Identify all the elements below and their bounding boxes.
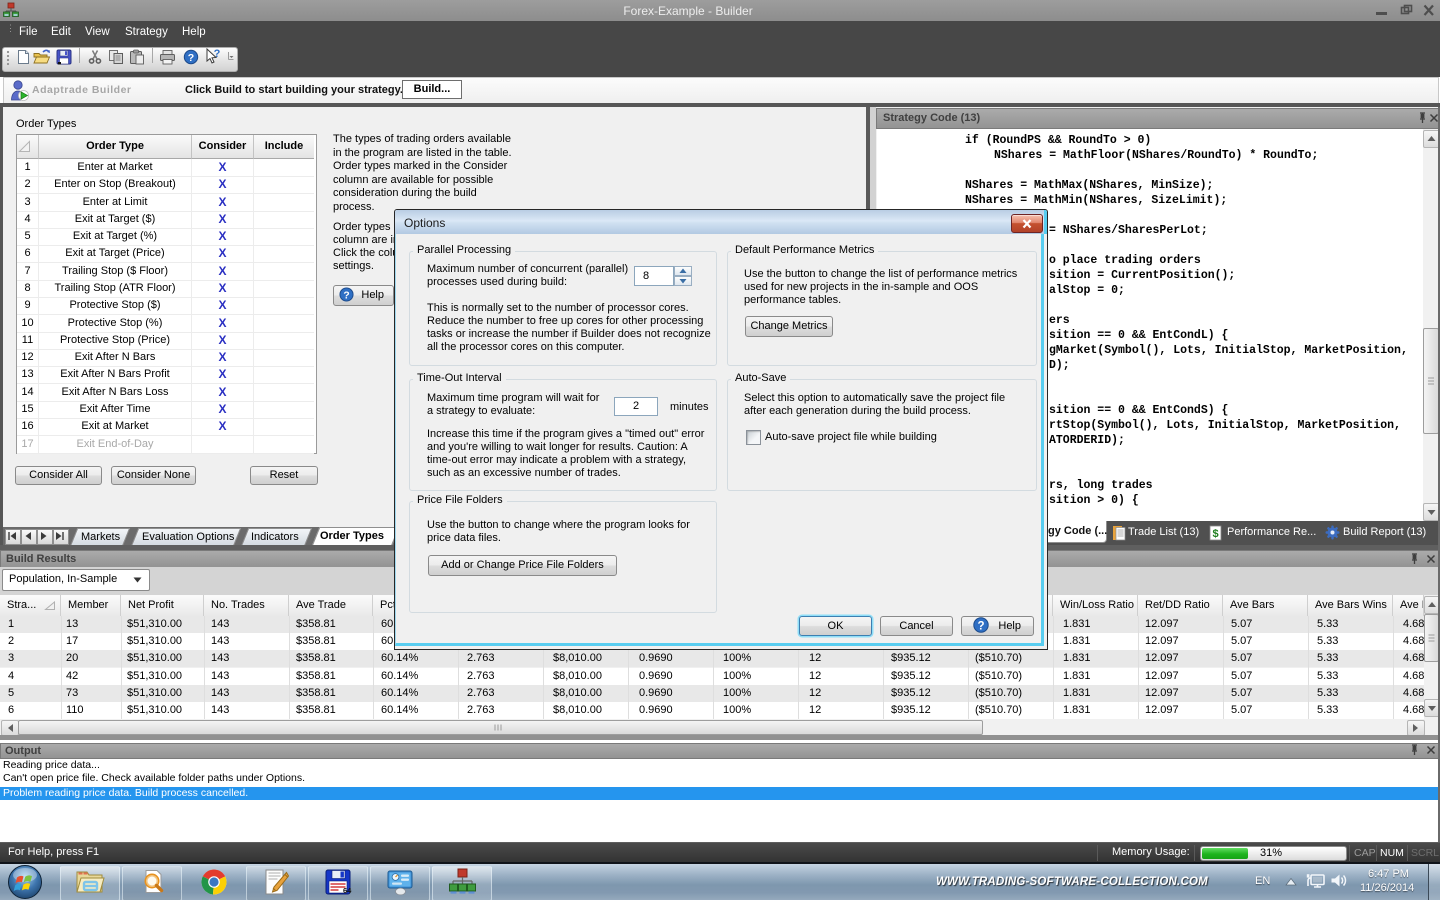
svg-text:?: ? xyxy=(214,48,221,60)
svg-text:?: ? xyxy=(343,290,349,301)
svg-text:?: ? xyxy=(188,52,194,64)
svg-text:?: ? xyxy=(977,620,984,632)
svg-text:$: $ xyxy=(1212,528,1218,540)
svg-text:64·: 64· xyxy=(343,886,352,895)
